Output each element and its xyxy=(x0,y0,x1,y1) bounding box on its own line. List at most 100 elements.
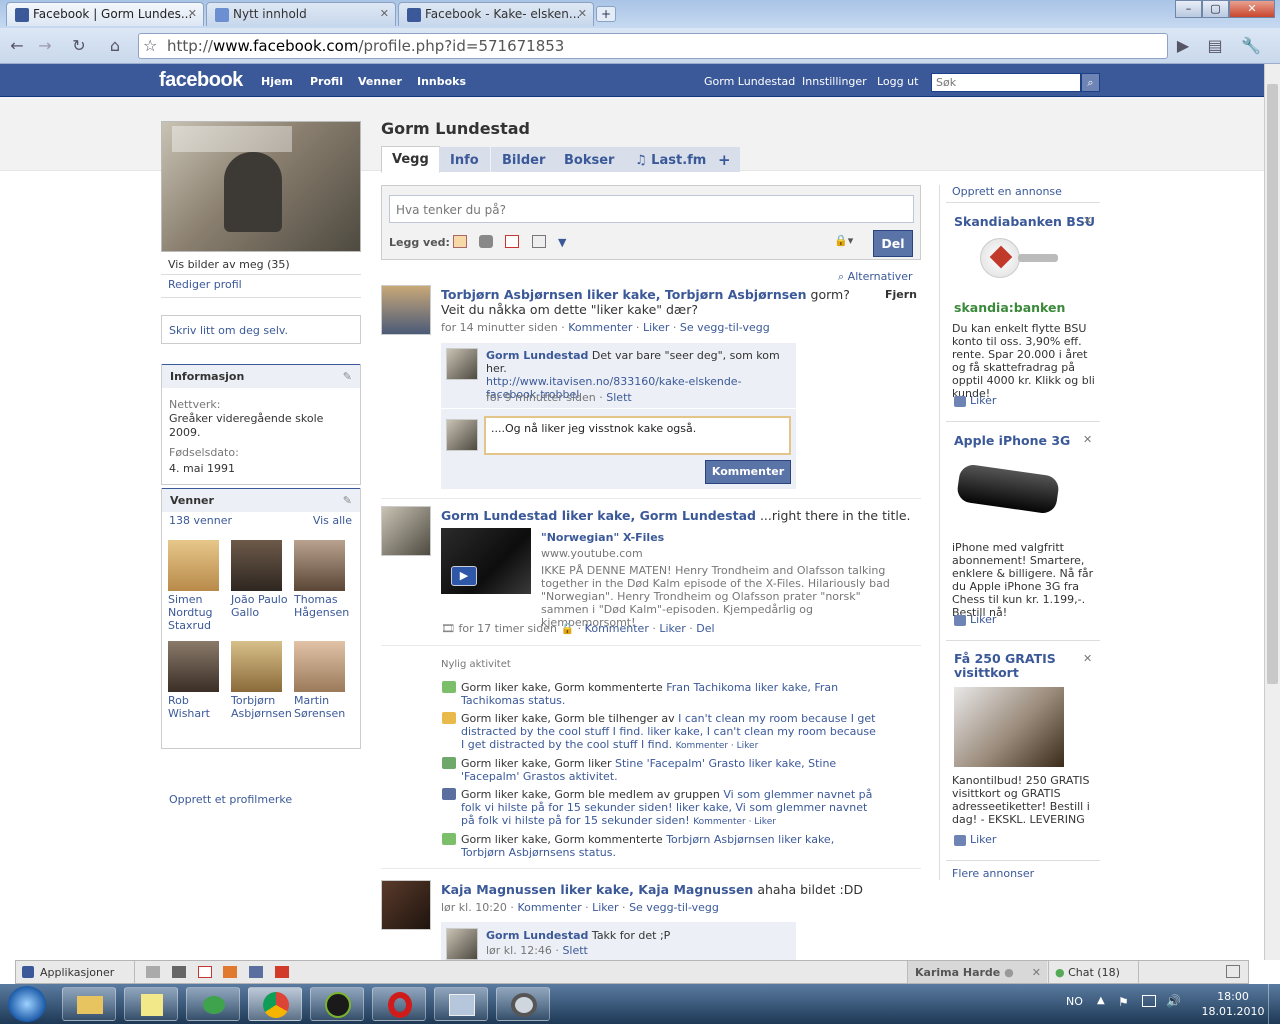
event-attach-icon[interactable] xyxy=(505,235,519,248)
story-author[interactable]: Gorm Lundestad liker kake, Gorm Lundesta… xyxy=(441,508,756,523)
friend-avatar[interactable] xyxy=(294,641,345,692)
chat-contact-tab[interactable]: Karima Harde ● ✕ xyxy=(907,961,1047,983)
messenger-taskbar-icon[interactable] xyxy=(186,987,240,1021)
like-link[interactable]: Liker xyxy=(592,901,618,914)
forward-icon[interactable]: → xyxy=(34,35,56,57)
edit-pencil-icon[interactable]: ✎ xyxy=(343,494,352,507)
back-icon[interactable]: ← xyxy=(6,35,28,57)
opera-taskbar-icon[interactable] xyxy=(372,987,426,1021)
nav-profile[interactable]: Profil xyxy=(310,75,343,88)
delete-comment-link[interactable]: Slett xyxy=(562,944,587,957)
close-window-button[interactable]: ✕ xyxy=(1229,0,1275,18)
submit-comment-button[interactable]: Kommenter xyxy=(705,460,791,484)
ad-like[interactable]: Liker xyxy=(954,394,996,407)
reply-textarea[interactable]: ....Og nå liker jeg visstnok kake også. xyxy=(484,416,791,455)
page-scrollbar[interactable] xyxy=(1264,64,1280,960)
bookmark-star-icon[interactable]: ☆ xyxy=(143,34,157,58)
activity-actions[interactable]: Kommenter · Liker xyxy=(693,817,776,827)
video-thumbnail[interactable]: ▶ xyxy=(441,528,531,594)
tab-boxes[interactable]: Bokser xyxy=(553,147,626,172)
delete-link[interactable]: Del xyxy=(696,622,714,635)
create-badge-link[interactable]: Opprett et profilmerke xyxy=(169,793,292,806)
commenter-avatar[interactable] xyxy=(446,348,478,380)
tab-wall[interactable]: Vegg xyxy=(381,146,440,173)
tab-lastfm[interactable]: ♫ Last.fm xyxy=(624,147,718,172)
share-button[interactable]: Del xyxy=(873,230,913,257)
friend-name[interactable]: Martin Sørensen xyxy=(294,694,354,720)
volume-icon[interactable]: 🔊 xyxy=(1166,994,1181,1008)
ad-like[interactable]: Liker xyxy=(954,833,996,846)
video-attach-icon[interactable] xyxy=(479,235,493,248)
privacy-lock-icon[interactable]: 🔒▾ xyxy=(834,234,853,247)
play-video-icon[interactable]: ▶ xyxy=(451,566,477,586)
delete-comment-link[interactable]: Slett xyxy=(606,391,631,404)
browser-tab-facebook-profile[interactable]: Facebook | Gorm Lundes... ✕ xyxy=(6,2,204,26)
comment-author[interactable]: Gorm Lundestad xyxy=(486,349,588,362)
shortcut-icon[interactable] xyxy=(172,966,186,978)
nav-home[interactable]: Hjem xyxy=(261,75,293,88)
nav-friends[interactable]: Venner xyxy=(358,75,402,88)
status-input[interactable]: Hva tenker du på? xyxy=(389,195,914,223)
see-all-friends-link[interactable]: Vis alle xyxy=(313,514,352,527)
nav-settings[interactable]: Innstillinger xyxy=(802,75,867,88)
close-tab-icon[interactable]: ✕ xyxy=(380,7,389,20)
wrench-icon[interactable]: 🔧 xyxy=(1240,35,1262,57)
close-tab-icon[interactable]: ✕ xyxy=(188,7,197,20)
story-author[interactable]: Kaja Magnussen liker kake, Kaja Magnusse… xyxy=(441,882,753,897)
tab-info[interactable]: Info xyxy=(439,147,490,172)
about-prompt-box[interactable]: Skriv litt om deg selv. xyxy=(161,315,361,344)
ad-key-image[interactable] xyxy=(980,238,1020,278)
like-link[interactable]: Liker xyxy=(643,321,669,334)
friend-name[interactable]: Rob Wishart xyxy=(168,694,228,720)
link-attach-icon[interactable] xyxy=(532,235,546,248)
ad-title[interactable]: Apple iPhone 3G xyxy=(954,433,1070,448)
explorer-taskbar-icon[interactable] xyxy=(62,987,116,1021)
notifications-icon[interactable] xyxy=(1226,965,1240,978)
like-link[interactable]: Liker xyxy=(659,622,685,635)
flag-icon[interactable]: ⚑ xyxy=(1118,995,1129,1009)
create-ad-link[interactable]: Opprett en annonse xyxy=(952,185,1062,198)
photo-attach-icon[interactable] xyxy=(453,235,467,248)
comment-link[interactable]: Kommenter xyxy=(517,901,581,914)
friend-avatar[interactable] xyxy=(168,540,219,591)
facebook-logo[interactable]: facebook xyxy=(159,69,243,92)
show-desktop-button[interactable] xyxy=(1268,984,1280,1024)
friend-avatar[interactable] xyxy=(294,540,345,591)
lastfm-app-icon[interactable] xyxy=(275,966,289,978)
calendar-icon[interactable] xyxy=(198,966,212,978)
ad-title[interactable]: Få 250 GRATIS visittkort xyxy=(954,652,1074,680)
friend-avatar[interactable] xyxy=(231,540,282,591)
ad-title[interactable]: Skandiabanken BSU xyxy=(954,214,1095,229)
edit-pencil-icon[interactable]: ✎ xyxy=(343,370,352,383)
scrollbar-thumb[interactable] xyxy=(1267,84,1278,684)
add-tab-button[interactable]: + xyxy=(709,147,740,172)
friends-app-icon[interactable] xyxy=(249,966,263,978)
notes-taskbar-icon[interactable] xyxy=(124,987,178,1021)
browser-tab-kake[interactable]: Facebook - Kake- elsken... ✕ xyxy=(398,2,594,26)
applications-button[interactable]: Applikasjoner xyxy=(40,966,114,979)
spotify-taskbar-icon[interactable] xyxy=(310,987,364,1021)
friend-name[interactable]: Torbjørn Asbjørnsen xyxy=(231,694,292,720)
activity-actions[interactable]: Kommenter · Liker xyxy=(676,741,759,751)
ad-businesscard-image[interactable] xyxy=(954,687,1064,767)
friend-avatar[interactable] xyxy=(231,641,282,692)
story-author[interactable]: Torbjørn Asbjørnsen liker kake, Torbjørn… xyxy=(441,287,807,302)
search-input[interactable]: Søk xyxy=(931,73,1081,92)
browser-tab-nytt-innhold[interactable]: Nytt innhold ✕ xyxy=(206,2,396,26)
home-icon[interactable]: ⌂ xyxy=(104,35,126,57)
mail-app-icon[interactable] xyxy=(223,966,237,978)
wall-to-wall-link[interactable]: Se vegg-til-vegg xyxy=(629,901,719,914)
play-icon[interactable]: ▶ xyxy=(1172,35,1194,57)
author-avatar[interactable] xyxy=(381,285,431,335)
options-link[interactable]: ⌕ Alternativer xyxy=(838,270,913,284)
nav-inbox[interactable]: Innboks xyxy=(417,75,466,88)
maximize-button[interactable]: ▢ xyxy=(1202,0,1229,18)
close-tab-icon[interactable]: ✕ xyxy=(578,7,587,20)
new-tab-button[interactable]: + xyxy=(596,6,616,22)
author-avatar[interactable] xyxy=(381,506,431,556)
close-chat-icon[interactable]: ✕ xyxy=(1032,966,1041,979)
network-icon[interactable] xyxy=(1142,995,1156,1007)
edit-profile-link[interactable]: Rediger profil xyxy=(168,278,242,291)
nav-user[interactable]: Gorm Lundestad xyxy=(704,75,795,88)
more-attach-icon[interactable]: ▼ xyxy=(558,236,566,249)
